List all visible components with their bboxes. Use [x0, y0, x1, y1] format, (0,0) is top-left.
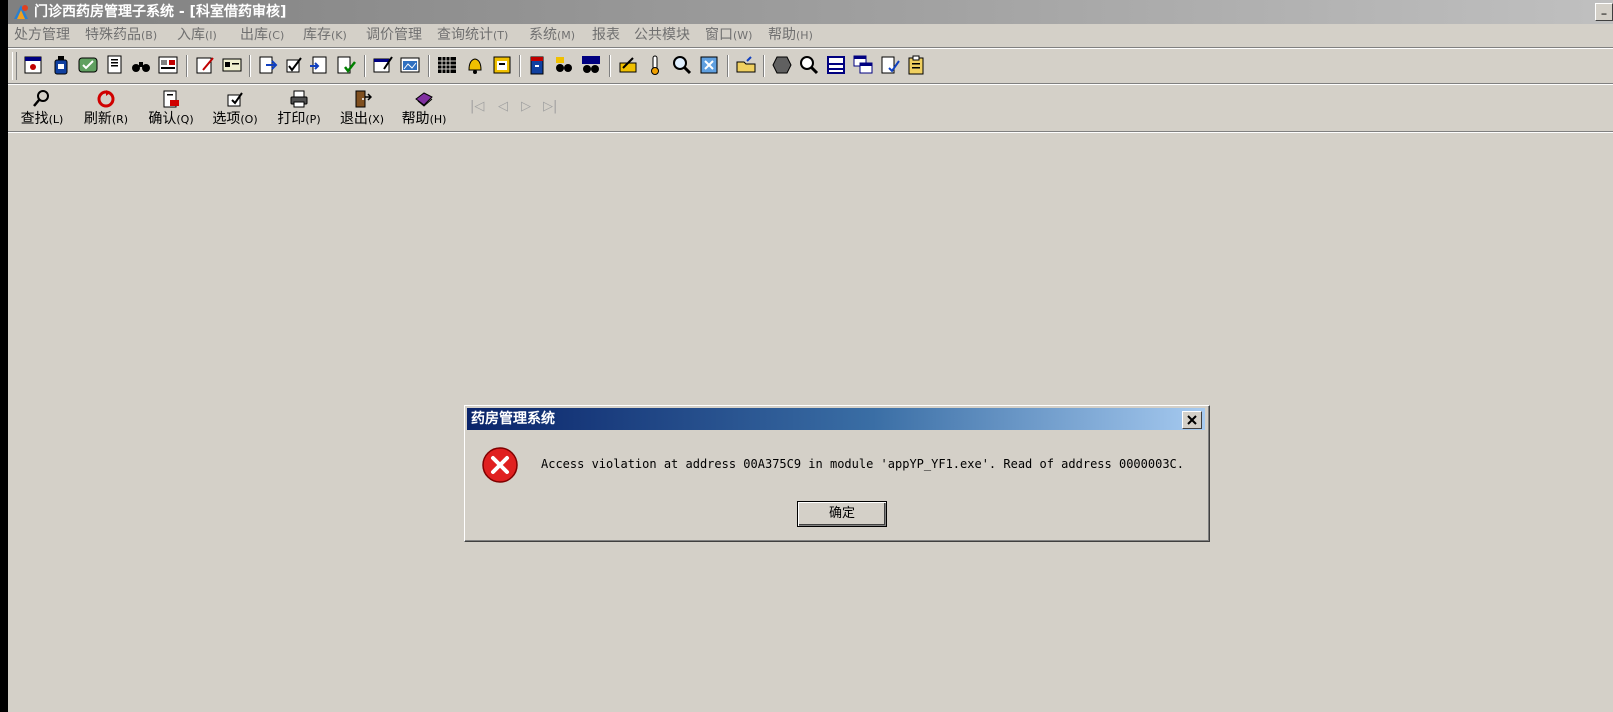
close-box-icon[interactable] [698, 54, 720, 76]
refresh-button[interactable]: 刷新(R) [78, 89, 134, 129]
grid-icon[interactable] [436, 54, 458, 76]
find-window-icon[interactable] [580, 54, 602, 76]
menu-special-drugs[interactable]: 特殊药品(B) [85, 26, 157, 45]
clipboard-arrow-icon[interactable] [256, 54, 278, 76]
menu-reports[interactable]: 报表 [592, 26, 620, 45]
menu-stock-in[interactable]: 入库(I) [177, 26, 217, 45]
main-toolbar [8, 49, 1613, 84]
doc-check-icon[interactable] [879, 54, 901, 76]
app-window: 门诊西药房管理子系统 - [科室借药审核] _ 处方管理 特殊药品(B) 入库(… [8, 0, 1613, 712]
dialog-title: 药房管理系统 [471, 411, 555, 427]
form-toolbar: 查找(L) 刷新(R) 确认(Q) 选项(O) 打印(P) 退出(X) 帮助(H… [8, 86, 1613, 132]
dialog-close-button[interactable] [1182, 411, 1202, 429]
search-people-icon[interactable] [553, 54, 575, 76]
menu-system[interactable]: 系统(M) [529, 26, 575, 45]
paste-icon[interactable] [308, 54, 330, 76]
toolbar-separator [727, 55, 729, 77]
menu-stock-out[interactable]: 出库(C) [240, 26, 284, 45]
title-bar[interactable]: 门诊西药房管理子系统 - [科室借药审核] _ [8, 0, 1613, 24]
approve-doc-icon[interactable] [335, 54, 357, 76]
error-dialog: 药房管理系统 Access violation at address 00A37… [464, 405, 1210, 542]
print-button[interactable]: 打印(P) [271, 89, 327, 129]
toolbar-separator [428, 55, 430, 77]
close-icon [1187, 415, 1197, 425]
menu-help[interactable]: 帮助(H) [768, 26, 813, 45]
window-title: 门诊西药房管理子系统 - [科室借药审核] [34, 4, 287, 20]
document-stack-icon[interactable] [104, 54, 126, 76]
edit-form-icon[interactable] [194, 54, 216, 76]
toolbar-separator [364, 55, 366, 77]
clipboard-icon[interactable] [905, 54, 927, 76]
toolbar-separator [186, 55, 188, 77]
exit-door-icon [355, 90, 372, 108]
find-button[interactable]: 查找(L) [14, 89, 70, 129]
confirm-document-icon [163, 90, 179, 108]
options-icon [227, 92, 243, 107]
toolbar-separator [249, 55, 251, 77]
menu-window[interactable]: 窗口(W) [705, 26, 752, 45]
nav-first-icon[interactable]: |◁ [470, 100, 484, 114]
menu-bar: 处方管理 特殊药品(B) 入库(I) 出库(C) 库存(K) 调价管理 查询统计… [8, 24, 1613, 48]
binoculars-icon[interactable] [130, 54, 152, 76]
options-button[interactable]: 选项(O) [207, 89, 263, 129]
minimize-button[interactable]: _ [1595, 3, 1613, 21]
help-button[interactable]: 帮助(H) [396, 89, 452, 129]
toolbar-separator [609, 55, 611, 77]
dialog-title-bar[interactable]: 药房管理系统 [467, 408, 1205, 430]
menu-query-stats[interactable]: 查询统计(T) [437, 26, 508, 45]
nav-prev-icon[interactable]: ◁ [498, 100, 508, 114]
checklist-icon[interactable] [77, 54, 99, 76]
refresh-icon [97, 90, 115, 108]
magnifier-icon[interactable] [671, 54, 693, 76]
app-logo-icon [14, 5, 28, 19]
bottle-icon[interactable] [50, 54, 72, 76]
ok-button[interactable]: 确定 [797, 501, 887, 527]
toolbar-grip[interactable] [12, 52, 17, 80]
help-book-icon [415, 92, 433, 107]
nav-next-icon[interactable]: ▷ [521, 100, 531, 114]
menu-inventory[interactable]: 库存(K) [303, 26, 347, 45]
open-window-icon[interactable] [22, 54, 44, 76]
thermometer-icon[interactable] [644, 54, 666, 76]
menu-common-modules[interactable]: 公共模块 [634, 26, 690, 45]
error-icon [482, 447, 518, 483]
menu-price-adjust[interactable]: 调价管理 [366, 26, 422, 45]
confirm-button[interactable]: 确认(Q) [143, 89, 199, 129]
cascade-windows-icon[interactable] [852, 54, 874, 76]
pencil-box-icon[interactable] [617, 54, 639, 76]
exit-button[interactable]: 退出(X) [334, 89, 390, 129]
zoom-icon[interactable] [798, 54, 820, 76]
menu-prescription[interactable]: 处方管理 [14, 26, 70, 45]
hexagon-icon[interactable] [771, 54, 793, 76]
checkbox-icon[interactable] [283, 54, 305, 76]
toolbar-separator [519, 55, 521, 77]
edit-sheet-icon[interactable] [372, 54, 394, 76]
list-icon[interactable] [825, 54, 847, 76]
toolbar-separator [763, 55, 765, 77]
cabinet-icon[interactable] [526, 54, 548, 76]
card-icon[interactable] [221, 54, 243, 76]
error-message: Access violation at address 00A375C9 in … [541, 457, 1184, 471]
minimize-icon: _ [1601, 4, 1607, 15]
printer-icon [290, 90, 308, 108]
image-window-icon[interactable] [399, 54, 421, 76]
calendar-icon[interactable] [491, 54, 513, 76]
records-icon[interactable] [157, 54, 179, 76]
search-icon [33, 90, 49, 107]
bell-icon[interactable] [464, 54, 486, 76]
open-folder-icon[interactable] [735, 54, 757, 76]
nav-last-icon[interactable]: ▷| [543, 100, 557, 114]
